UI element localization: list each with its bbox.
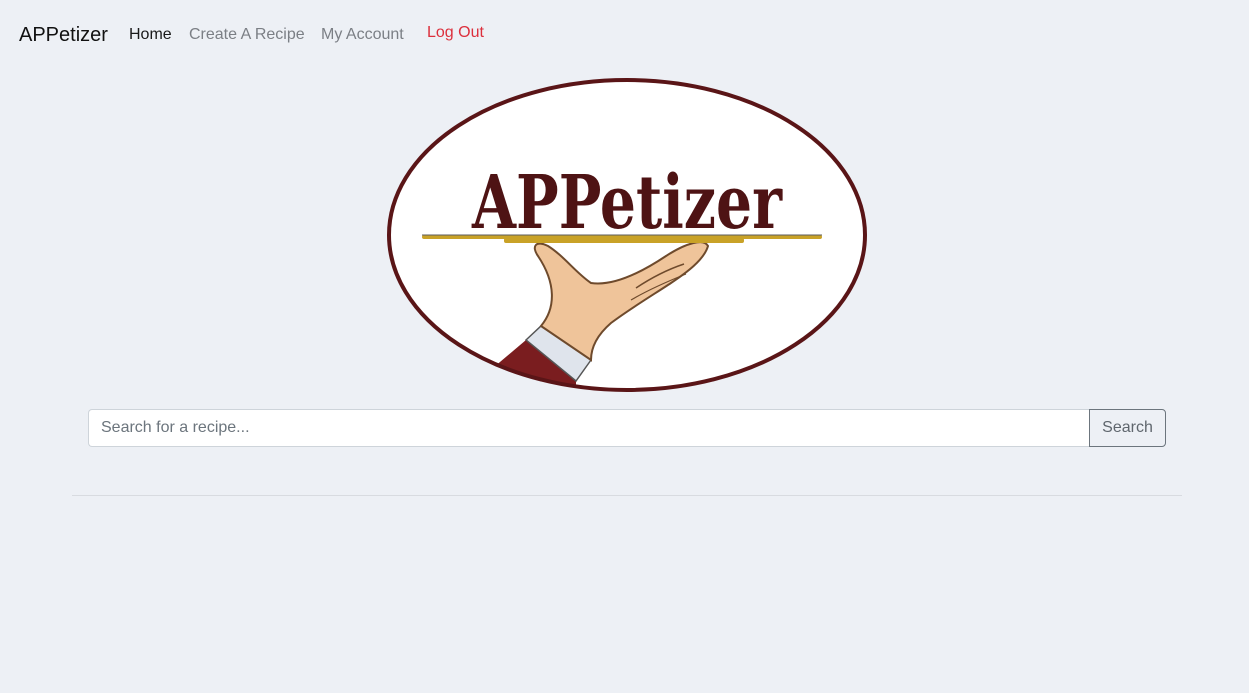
search-input[interactable] (88, 409, 1089, 447)
logo-text: APPetizer (471, 160, 783, 246)
nav-link-log-out[interactable]: Log Out (427, 23, 484, 43)
logo-image: APPetizer (387, 78, 867, 392)
navbar: APPetizer Home Create A Recipe My Accoun… (0, 0, 1249, 70)
nav-link-my-account[interactable]: My Account (321, 25, 404, 45)
nav-link-home[interactable]: Home (129, 25, 172, 45)
search-button[interactable]: Search (1089, 409, 1166, 447)
divider (72, 495, 1182, 496)
brand-link[interactable]: APPetizer (19, 22, 108, 48)
search-bar: Search (88, 409, 1166, 447)
nav-link-create-recipe[interactable]: Create A Recipe (189, 25, 305, 45)
appetizer-logo: APPetizer (386, 78, 868, 393)
